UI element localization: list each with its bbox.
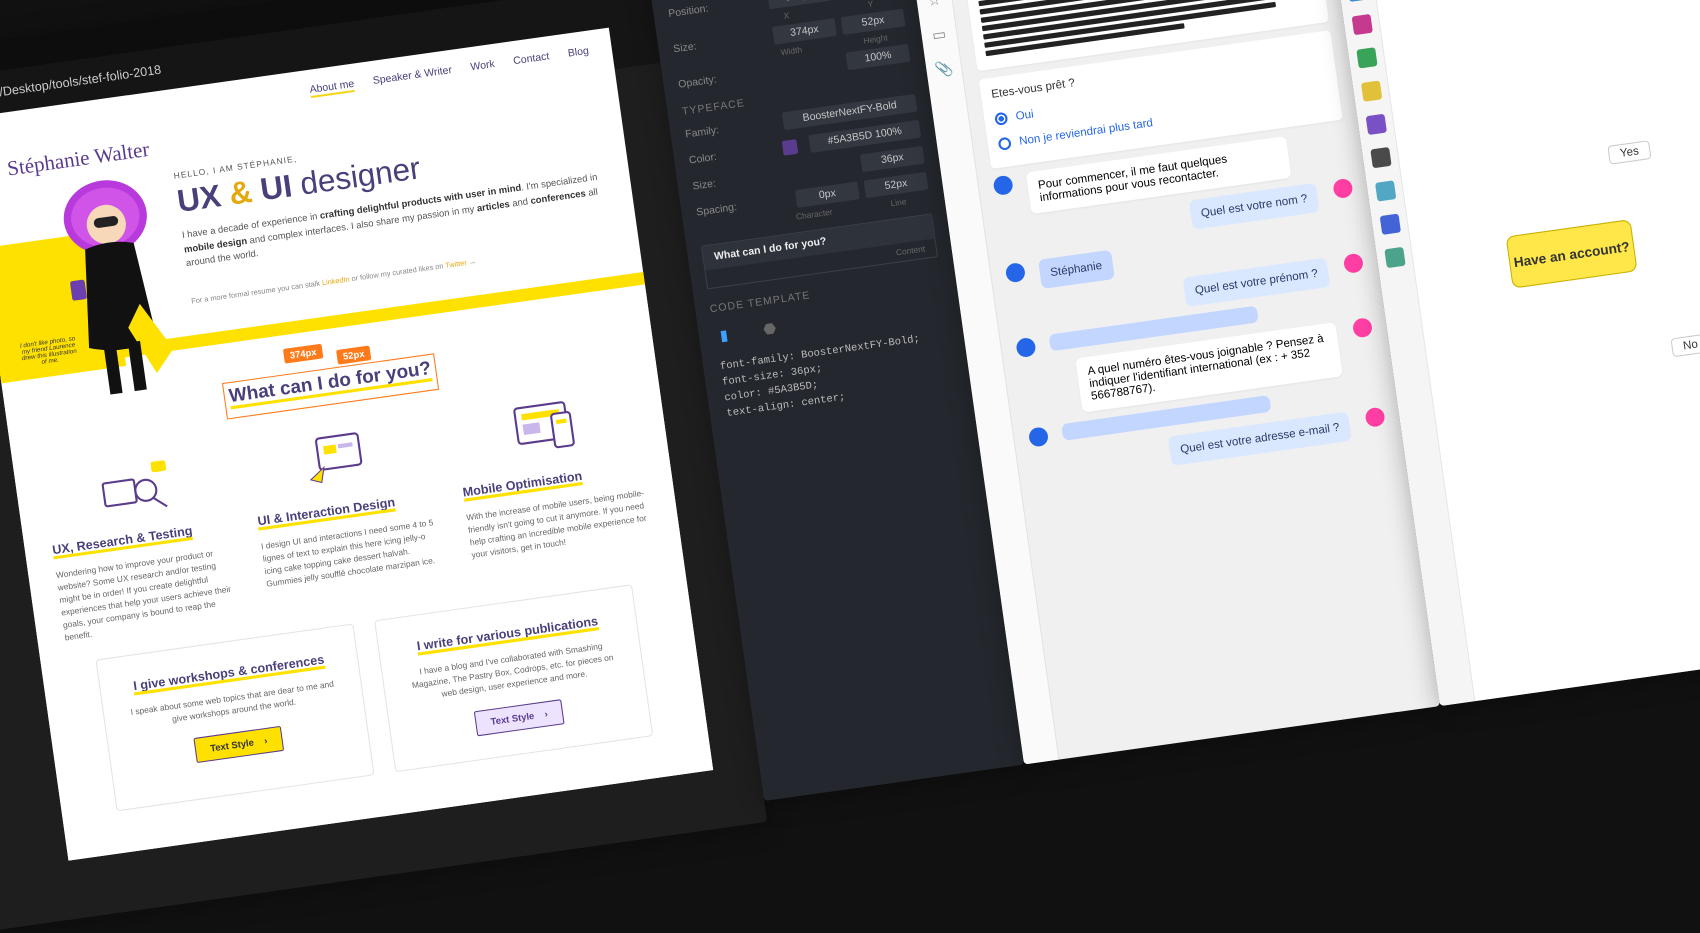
bot-avatar-icon [1005, 262, 1026, 283]
twitter-link[interactable]: Twitter [445, 259, 467, 269]
flow-label-yes[interactable]: Yes [1607, 140, 1651, 165]
service-desc: Wondering how to improve your product or… [55, 544, 246, 644]
nav-about[interactable]: About me [309, 78, 355, 98]
flow-label-no[interactable]: No [1670, 333, 1700, 357]
prop-position-label: Position: [668, 3, 709, 20]
text-style-button[interactable]: Text Style› [193, 725, 285, 762]
user-avatar-icon [1343, 253, 1364, 274]
user-avatar-icon [1332, 178, 1353, 199]
workshops-card: I give workshops & conferences I speak a… [95, 623, 374, 811]
prop-opacity-label: Opacity: [678, 74, 718, 91]
measure-height-tag: 52px [336, 345, 372, 364]
sb-icon[interactable] [1365, 114, 1386, 135]
bot-avatar-icon [1015, 337, 1036, 358]
chevron-right-icon: › [544, 708, 549, 719]
sb-icon[interactable] [1346, 0, 1367, 2]
ribbon-icon[interactable]: ▭ [931, 25, 947, 45]
bookmark-icon[interactable]: ☆ [926, 0, 942, 10]
nav-contact[interactable]: Contact [513, 51, 551, 70]
linkedin-link[interactable]: LinkedIn [322, 276, 351, 287]
sb-icon[interactable] [1370, 147, 1391, 168]
sb-icon[interactable] [1351, 14, 1372, 35]
prop-size-label: Size: [673, 41, 698, 56]
nav-work[interactable]: Work [470, 59, 496, 76]
sb-icon[interactable] [1360, 81, 1381, 102]
css-icon[interactable]: ▮ [719, 326, 730, 345]
sb-icon[interactable] [1356, 47, 1377, 68]
user-avatar-icon [1352, 317, 1373, 338]
nav-speaker[interactable]: Speaker & Writer [372, 65, 453, 90]
measure-width-tag: 374px [283, 343, 324, 363]
sketch-measure-window: Sketch Measure × Users/stephaniewalter/D… [0, 0, 767, 933]
nav-blog[interactable]: Blog [567, 45, 590, 61]
ui-icon [300, 424, 381, 492]
sb-icon[interactable] [1374, 180, 1395, 201]
color-swatch[interactable] [782, 139, 799, 156]
android-icon[interactable]: ⬣ [762, 319, 777, 338]
service-col-mobile: Mobile Optimisation With the increase of… [451, 380, 657, 586]
bot-avatar-icon [992, 175, 1013, 196]
portfolio-page: About me Speaker & Writer Work Contact B… [0, 28, 713, 860]
service-desc: I design UI and interactions I need some… [260, 515, 447, 590]
bot-avatar-icon [1028, 426, 1049, 447]
sb-icon[interactable] [1384, 247, 1405, 268]
flow-decision[interactable]: Have an account? [1506, 219, 1638, 289]
text-style-button[interactable]: Text Style› [473, 699, 565, 736]
sb-icon[interactable] [1379, 214, 1400, 235]
user-avatar-icon [1364, 407, 1385, 428]
chat-answer[interactable]: Stéphanie [1038, 250, 1114, 289]
service-col-ux: UX, Research & Testing Wondering how to … [40, 438, 246, 644]
ux-icon [95, 453, 176, 521]
prop-opacity[interactable]: 100% [846, 44, 911, 70]
publications-card: I write for various publications I have … [374, 584, 653, 772]
mobile-icon [505, 395, 586, 463]
service-desc: With the increase of mobile users, being… [465, 486, 652, 561]
apple-icon[interactable] [810, 314, 812, 332]
connector-lines [1368, 0, 1700, 94]
service-col-ui: UI & Interaction Design I design UI and … [245, 409, 451, 615]
chevron-right-icon: › [263, 735, 268, 746]
attachment-icon[interactable]: 📎 [934, 59, 955, 79]
